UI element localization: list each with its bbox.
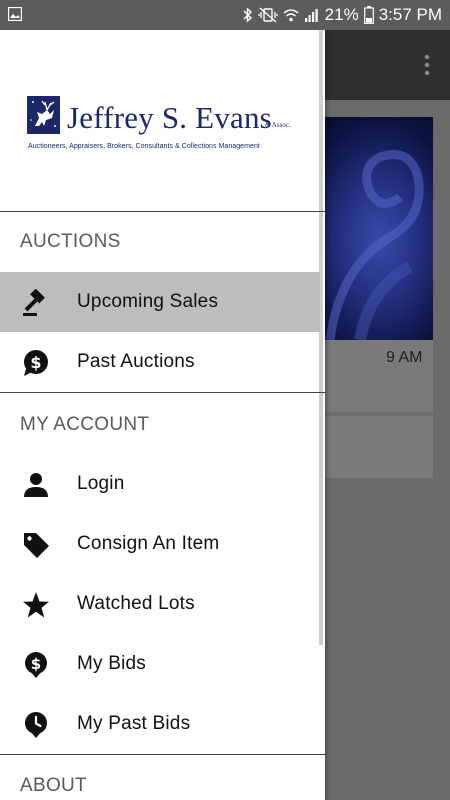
section-header-auctions: AUCTIONS bbox=[20, 231, 121, 252]
nav-item-upcoming-sales[interactable]: Upcoming Sales bbox=[0, 272, 320, 332]
background-card-time: 9 AM bbox=[386, 349, 423, 366]
nav-item-my-bids[interactable]: $ My Bids bbox=[0, 634, 320, 694]
nav-item-label: Upcoming Sales bbox=[77, 291, 219, 312]
gallery-notification-icon bbox=[7, 6, 23, 22]
section-header-my-account: MY ACCOUNT bbox=[20, 414, 150, 435]
logo-assoc: & Assoc. bbox=[265, 121, 291, 129]
nav-item-consign[interactable]: Consign An Item bbox=[0, 514, 320, 574]
section-header-about: ABOUT bbox=[20, 775, 87, 796]
dollar-pin-icon: $ bbox=[22, 651, 50, 679]
drawer-header: Jeffrey S. Evans & Assoc. Auctioneers, A… bbox=[0, 30, 325, 212]
section-divider bbox=[0, 754, 325, 755]
status-time: 3:57 PM bbox=[378, 5, 442, 24]
battery-icon bbox=[363, 6, 374, 24]
clock-pin-icon bbox=[22, 711, 50, 739]
svg-text:$: $ bbox=[31, 655, 41, 673]
gavel-icon bbox=[22, 288, 50, 317]
overflow-menu-icon bbox=[424, 54, 430, 76]
status-bar: 21% 3:57 PM bbox=[0, 0, 450, 30]
person-icon bbox=[22, 471, 50, 499]
dollar-bubble-icon: $ bbox=[22, 349, 50, 377]
nav-item-login[interactable]: Login bbox=[0, 454, 320, 514]
section-divider bbox=[0, 392, 325, 393]
nav-item-watched-lots[interactable]: Watched Lots bbox=[0, 574, 320, 634]
nav-item-label: Consign An Item bbox=[77, 533, 220, 554]
nav-item-label: Watched Lots bbox=[77, 593, 195, 614]
nav-item-label: My Past Bids bbox=[77, 713, 191, 734]
star-icon bbox=[22, 591, 50, 619]
nav-item-label: Past Auctions bbox=[77, 351, 195, 372]
battery-percent: 21% bbox=[324, 5, 359, 24]
nav-item-label: Login bbox=[77, 473, 125, 494]
bluetooth-icon bbox=[243, 7, 253, 23]
signal-icon bbox=[304, 7, 320, 23]
deer-logo-icon bbox=[27, 96, 60, 134]
navigation-drawer: Jeffrey S. Evans & Assoc. Auctioneers, A… bbox=[0, 30, 325, 800]
wifi-icon bbox=[283, 7, 299, 23]
nav-item-my-past-bids[interactable]: My Past Bids bbox=[0, 694, 320, 754]
nav-item-past-auctions[interactable]: $ Past Auctions bbox=[0, 332, 320, 392]
nav-item-label: My Bids bbox=[77, 653, 146, 674]
logo-tagline: Auctioneers, Appraisers, Brokers, Consul… bbox=[28, 143, 260, 150]
tag-icon bbox=[22, 531, 50, 559]
logo-company-name: Jeffrey S. Evans bbox=[67, 100, 272, 135]
svg-text:$: $ bbox=[30, 353, 41, 372]
vibrate-mute-icon bbox=[258, 7, 278, 23]
